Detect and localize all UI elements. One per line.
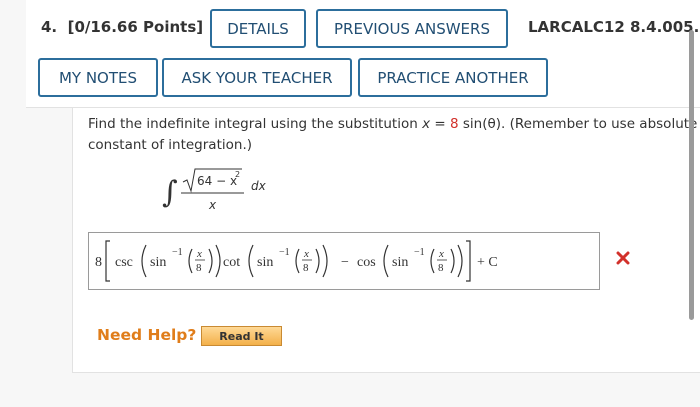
points-label: [0/16.66 Points] <box>67 18 204 36</box>
svg-text:8: 8 <box>196 262 202 274</box>
question-points: 4. [0/16.66 Points] <box>41 18 203 36</box>
svg-text:x: x <box>303 248 309 260</box>
read-it-button[interactable]: Read It <box>201 326 282 346</box>
svg-text:8: 8 <box>438 262 444 274</box>
svg-text:sin: sin <box>150 255 166 270</box>
integral-expression: ∫ 64 − x 2 x dx <box>162 168 267 212</box>
svg-text:cot: cot <box>223 255 240 270</box>
svg-text:−: − <box>341 255 349 270</box>
question-number: 4. <box>41 18 58 36</box>
incorrect-x-icon <box>616 251 630 265</box>
svg-text:sin: sin <box>392 255 408 270</box>
answer-field[interactable]: 8 csc sin −1 x 8 cot sin −1 x 8 − cos si… <box>88 232 600 290</box>
answer-math: 8 csc sin −1 x 8 cot sin −1 x 8 − cos si… <box>95 240 498 282</box>
integrand-denominator: x <box>208 198 217 212</box>
ask-your-teacher-button[interactable]: ASK YOUR TEACHER <box>162 58 352 97</box>
svg-text:−1: −1 <box>414 247 425 258</box>
svg-text:8: 8 <box>95 255 102 270</box>
question-panel: Find the indefinite integral using the s… <box>72 108 700 373</box>
svg-text:cos: cos <box>357 255 376 270</box>
question-header: 4. [0/16.66 Points] DETAILS PREVIOUS ANS… <box>26 0 700 108</box>
svg-text:sin: sin <box>257 255 273 270</box>
svg-text:−1: −1 <box>279 247 290 258</box>
differential: dx <box>251 179 267 193</box>
question-line-1: Find the indefinite integral using the s… <box>88 116 700 132</box>
integrand-numerator: 64 − x <box>197 174 237 188</box>
question-line-2: constant of integration.) <box>88 137 252 153</box>
question-text: Find the indefinite integral using the s… <box>88 114 700 156</box>
my-notes-button[interactable]: MY NOTES <box>38 58 158 97</box>
svg-text:−1: −1 <box>172 247 183 258</box>
svg-text:8: 8 <box>303 262 309 274</box>
svg-text:x: x <box>438 248 444 260</box>
substitution-coefficient: 8 <box>449 116 459 132</box>
integrand-exponent: 2 <box>235 170 240 179</box>
need-help-label: Need Help? <box>97 326 197 344</box>
vertical-scrollbar[interactable] <box>689 30 694 320</box>
details-button[interactable]: DETAILS <box>210 9 306 48</box>
problem-code: LARCALC12 8.4.005. <box>528 18 700 36</box>
integral-sign: ∫ <box>162 175 178 210</box>
svg-text:x: x <box>196 248 202 260</box>
svg-text:+ C: + C <box>477 255 498 270</box>
previous-answers-button[interactable]: PREVIOUS ANSWERS <box>316 9 508 48</box>
practice-another-button[interactable]: PRACTICE ANOTHER <box>358 58 548 97</box>
svg-text:csc: csc <box>115 255 133 270</box>
